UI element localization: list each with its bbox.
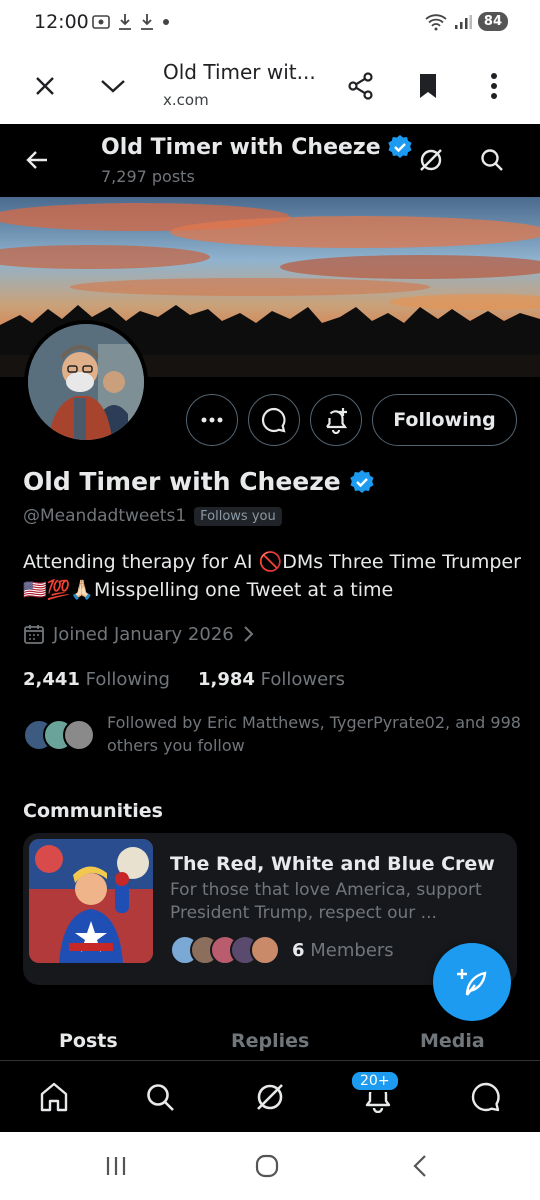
follows-you-badge: Follows you <box>194 506 282 526</box>
header-post-count: 7,297 posts <box>101 167 195 186</box>
community-name: The Red, White and Blue Crew <box>170 853 495 875</box>
status-notification-icons <box>92 13 170 31</box>
more-vertical-icon <box>491 73 497 99</box>
member-count-label: Members <box>310 939 394 961</box>
browser-toolbar: Old Timer wit... x.com <box>0 46 540 124</box>
signal-icon <box>454 14 472 29</box>
compose-post-button[interactable] <box>433 943 511 1021</box>
header-name-text: Old Timer with Cheeze <box>101 134 381 160</box>
profile-handle-row: @Meandadtweets1 Follows you <box>23 506 282 526</box>
following-count: 2,441 <box>23 669 80 690</box>
share-button[interactable] <box>341 66 381 106</box>
expand-button[interactable] <box>93 66 133 106</box>
community-members: 6 Members <box>170 935 394 965</box>
more-options-button[interactable] <box>186 394 238 446</box>
tab-media[interactable]: Media <box>420 1030 485 1052</box>
message-bubble-icon <box>261 407 286 433</box>
nav-grok-button[interactable] <box>248 1075 292 1119</box>
browser-page-title: Old Timer wit... <box>163 60 316 84</box>
profile-tabs: Posts Replies Media <box>0 1025 540 1060</box>
following-count-link[interactable]: 2,441 Following <box>23 669 170 690</box>
notification-badge: 20+ <box>350 1070 400 1092</box>
profile-bio: Attending therapy for AI 🚫DMs Three Time… <box>23 551 521 601</box>
followers-count-link[interactable]: 1,984 Followers <box>198 669 345 690</box>
close-icon <box>36 77 54 95</box>
followed-by-row[interactable]: Followed by Eric Matthews, TygerPyrate02… <box>23 711 523 759</box>
verified-badge-icon <box>350 469 374 493</box>
verified-badge-icon <box>387 135 412 158</box>
followers-count: 1,984 <box>197 669 255 690</box>
profile-name: Old Timer with Cheeze <box>23 467 375 496</box>
status-time: 12:00 <box>34 11 89 33</box>
bookmark-icon <box>420 74 436 98</box>
joined-date: Joined January 2026 <box>53 623 234 645</box>
chevron-right-icon <box>244 626 254 642</box>
screenshot-icon <box>92 15 110 29</box>
download-icon <box>119 14 131 30</box>
search-icon <box>481 149 503 171</box>
dot-icon <box>163 19 169 25</box>
recent-apps-button[interactable] <box>96 1150 136 1182</box>
home-system-button[interactable] <box>247 1150 287 1182</box>
chevron-down-icon <box>101 80 125 93</box>
profile-header: Old Timer with Cheeze 7,297 posts <box>0 124 540 197</box>
back-button[interactable] <box>17 140 57 180</box>
message-button[interactable] <box>248 394 300 446</box>
follower-avatar <box>63 719 95 751</box>
member-avatar <box>250 935 280 965</box>
notifications-subscribe-button[interactable] <box>310 394 362 446</box>
member-count: 6 Members <box>292 940 394 961</box>
bookmark-button[interactable] <box>408 66 448 106</box>
followed-by-text: Followed by Eric Matthews, TygerPyrate02… <box>107 713 521 755</box>
header-profile-name: Old Timer with Cheeze <box>101 134 413 160</box>
browser-url: x.com <box>163 91 209 109</box>
bottom-navigation: 20+ <box>0 1060 540 1132</box>
search-icon <box>147 1084 174 1111</box>
followers-label: Followers <box>260 669 345 690</box>
back-chevron-icon <box>413 1155 426 1177</box>
android-navigation-bar <box>0 1132 540 1200</box>
joined-date-row: Joined January 2026 <box>23 623 254 645</box>
community-description: For those that love America, support Pre… <box>170 880 482 923</box>
grok-icon <box>257 1084 283 1110</box>
nav-home-button[interactable] <box>32 1075 76 1119</box>
community-image <box>29 839 153 963</box>
following-button[interactable]: Following <box>372 394 517 446</box>
close-tab-button[interactable] <box>25 66 65 106</box>
status-system-icons: 84 <box>424 12 508 31</box>
share-icon <box>348 72 373 100</box>
nav-messages-button[interactable] <box>464 1075 508 1119</box>
following-label: Following <box>85 669 170 690</box>
member-count-number: 6 <box>292 939 305 961</box>
grok-button[interactable] <box>411 140 451 180</box>
back-system-button[interactable] <box>400 1150 440 1182</box>
grok-icon <box>420 149 442 171</box>
status-bar: 12:00 84 <box>0 0 540 46</box>
search-button[interactable] <box>472 140 512 180</box>
avatar-image <box>28 324 144 440</box>
tab-replies[interactable]: Replies <box>231 1030 309 1052</box>
community-artwork <box>29 839 153 963</box>
communities-heading: Communities <box>23 800 163 822</box>
nav-search-button[interactable] <box>138 1075 182 1119</box>
battery-indicator: 84 <box>477 12 508 31</box>
home-circle-icon <box>255 1154 279 1178</box>
messages-icon <box>471 1082 500 1112</box>
bell-plus-icon <box>326 408 348 434</box>
profile-avatar[interactable] <box>24 320 148 444</box>
profile-handle: @Meandadtweets1 <box>23 506 187 526</box>
compose-feather-icon <box>457 969 487 996</box>
profile-name-text: Old Timer with Cheeze <box>23 467 341 496</box>
more-horizontal-icon <box>201 417 223 423</box>
follow-counts: 2,441 Following 1,984 Followers <box>23 669 345 690</box>
download-icon <box>141 14 153 30</box>
tab-posts[interactable]: Posts <box>59 1030 118 1052</box>
back-arrow-icon <box>26 151 47 169</box>
calendar-icon <box>24 625 44 644</box>
home-icon <box>40 1082 68 1112</box>
wifi-icon <box>425 13 447 30</box>
browser-menu-button[interactable] <box>474 66 514 106</box>
recent-apps-icon <box>106 1157 126 1175</box>
